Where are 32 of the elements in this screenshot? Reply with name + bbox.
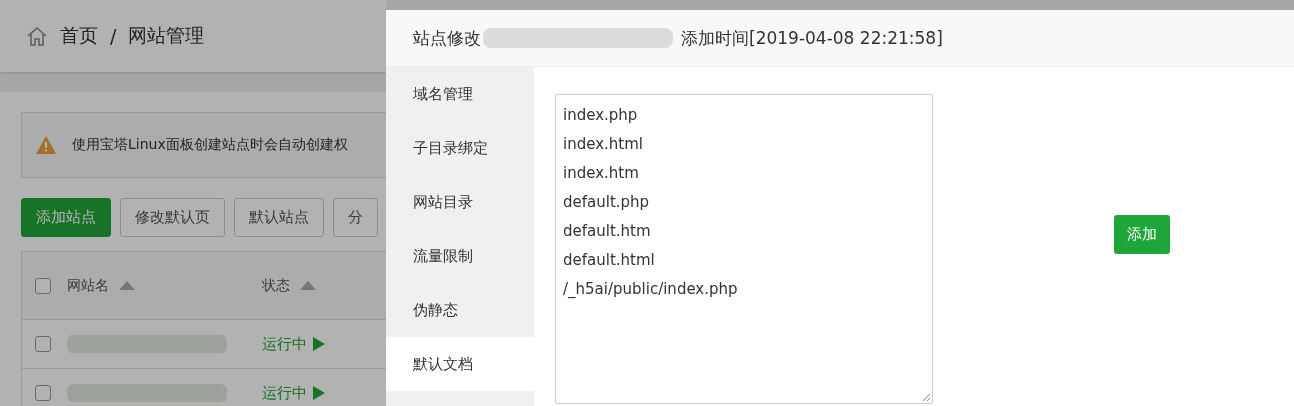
side-tab[interactable]: 网站目录	[386, 175, 534, 229]
column-header[interactable]: 网站名	[67, 276, 109, 295]
home-icon[interactable]	[26, 25, 48, 47]
sort-icon[interactable]	[300, 281, 316, 290]
breadcrumb-item: 网站管理	[128, 23, 205, 48]
breadcrumb-item[interactable]: 首页	[60, 23, 98, 49]
play-icon	[313, 386, 325, 400]
added-time: 添加时间[2019-04-08 22:21:58]	[681, 26, 943, 50]
side-tab[interactable]: 默认文档	[386, 337, 534, 391]
row-checkbox[interactable]	[35, 336, 51, 352]
resize-grip-icon[interactable]	[922, 393, 930, 401]
side-tab[interactable]: 流量限制	[386, 229, 534, 283]
status-link[interactable]: 运行中	[262, 383, 325, 403]
toolbar-button[interactable]: 修改默认页	[120, 198, 225, 237]
notice-text: 使用宝塔Linux面板创建站点时会自动创建权	[72, 136, 348, 154]
sort-icon[interactable]	[119, 281, 135, 290]
toolbar-button[interactable]: 默认站点	[234, 198, 324, 237]
select-all-checkbox[interactable]	[35, 277, 51, 294]
side-tab[interactable]: 子目录绑定	[386, 121, 534, 175]
play-icon	[313, 337, 325, 351]
breadcrumb-separator: /	[110, 25, 117, 47]
add-button[interactable]: 添加	[1114, 215, 1170, 254]
side-tab[interactable]: 伪静态	[386, 283, 534, 337]
status-link[interactable]: 运行中	[262, 334, 325, 354]
dialog-title: 站点修改	[413, 26, 481, 50]
row-checkbox[interactable]	[35, 385, 51, 401]
side-tab[interactable]: 域名管理	[386, 67, 534, 121]
toolbar-button[interactable]: 添加站点	[21, 198, 111, 237]
default-documents-field[interactable]: index.php index.html index.htm default.php default.htm default.html /_h5ai/public/index.php	[555, 94, 933, 404]
column-header[interactable]: 状态	[262, 276, 290, 295]
toolbar-button[interactable]: 分	[333, 198, 378, 237]
warning-icon	[36, 136, 56, 154]
